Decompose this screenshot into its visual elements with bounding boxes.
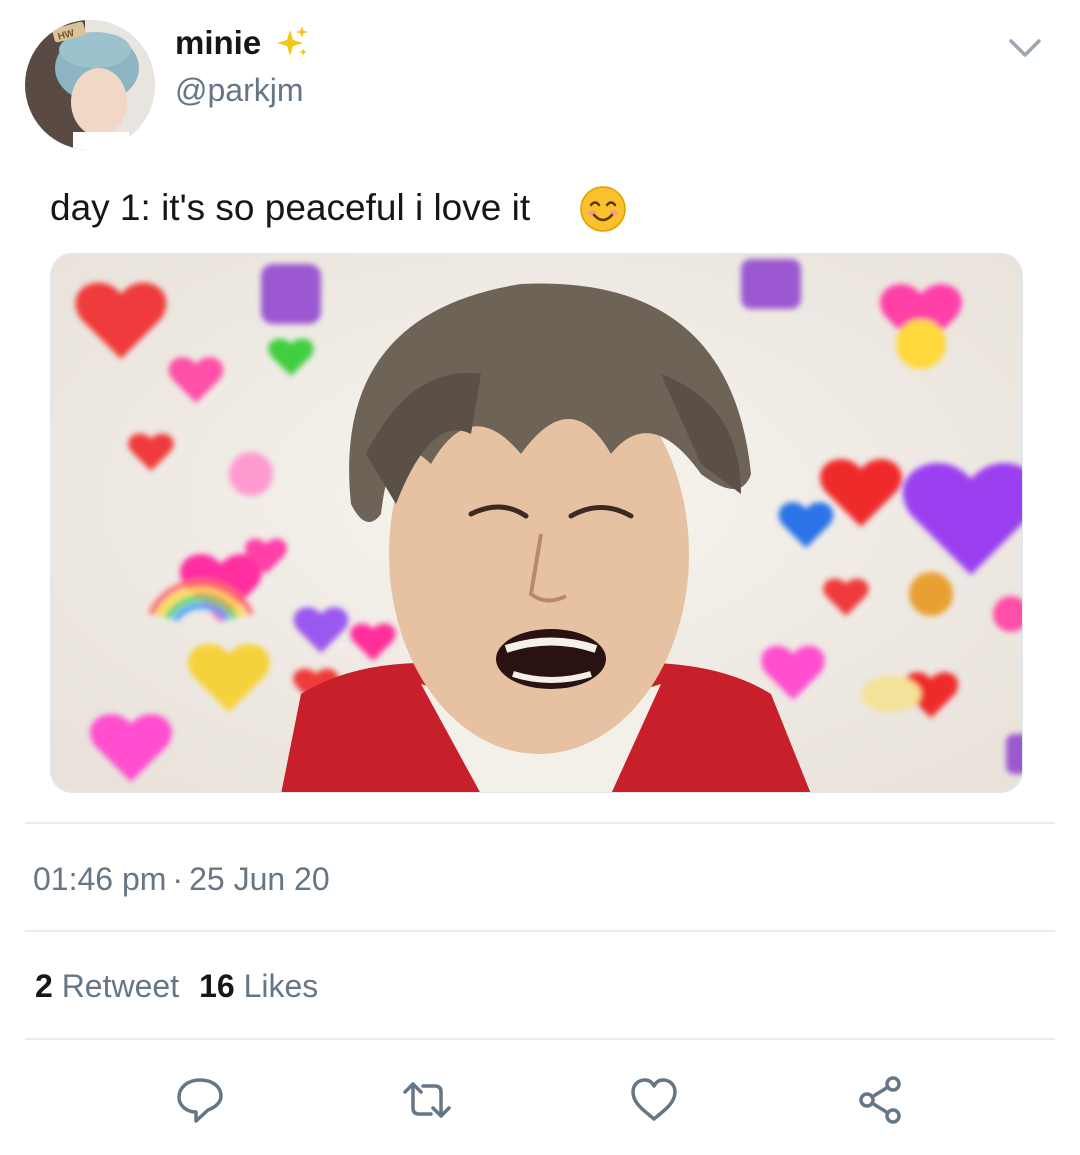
tweet-timestamp: 01:46 pm · 25 Jun 20 (33, 861, 330, 898)
user-handle[interactable]: @parkjm (175, 72, 304, 109)
retweets-label: Retweet (61, 968, 180, 1004)
meme-photo (51, 254, 1022, 792)
likes-stat[interactable]: 16 Likes (199, 968, 318, 1004)
likes-label: Likes (243, 968, 319, 1004)
avatar[interactable]: HW (25, 20, 155, 150)
tweet-actions (0, 1070, 1080, 1130)
avatar-image: HW (25, 20, 155, 150)
likes-count: 16 (199, 968, 235, 1004)
share-icon (859, 1076, 901, 1124)
tweet-date: 25 Jun 20 (189, 861, 330, 897)
tweet-text: day 1: it's so peaceful i love it (50, 187, 531, 228)
reply-button[interactable] (170, 1070, 230, 1130)
tweet-media-image[interactable] (50, 253, 1023, 793)
retweets-stat[interactable]: 2 Retweet (35, 968, 179, 1004)
display-name[interactable]: minie (175, 24, 261, 62)
chevron-down-icon[interactable] (1005, 33, 1045, 63)
share-button[interactable] (851, 1070, 911, 1130)
retweet-button[interactable] (397, 1070, 457, 1130)
retweet-icon (403, 1082, 451, 1118)
divider (25, 822, 1055, 824)
heart-icon (631, 1078, 677, 1121)
divider (25, 1038, 1055, 1040)
smiling-face-icon (580, 186, 626, 232)
reply-icon (177, 1078, 223, 1123)
sparkles-icon (277, 26, 308, 56)
tweet-stats: 2 Retweet 16 Likes (35, 968, 318, 1005)
tweet-detail: HW minie @parkjm day 1: it's so peaceful… (0, 0, 1080, 1155)
retweets-count: 2 (35, 968, 53, 1004)
separator-dot: · (172, 861, 184, 897)
tweet-time: 01:46 pm (33, 861, 167, 897)
like-button[interactable] (624, 1070, 684, 1130)
divider (25, 930, 1055, 932)
